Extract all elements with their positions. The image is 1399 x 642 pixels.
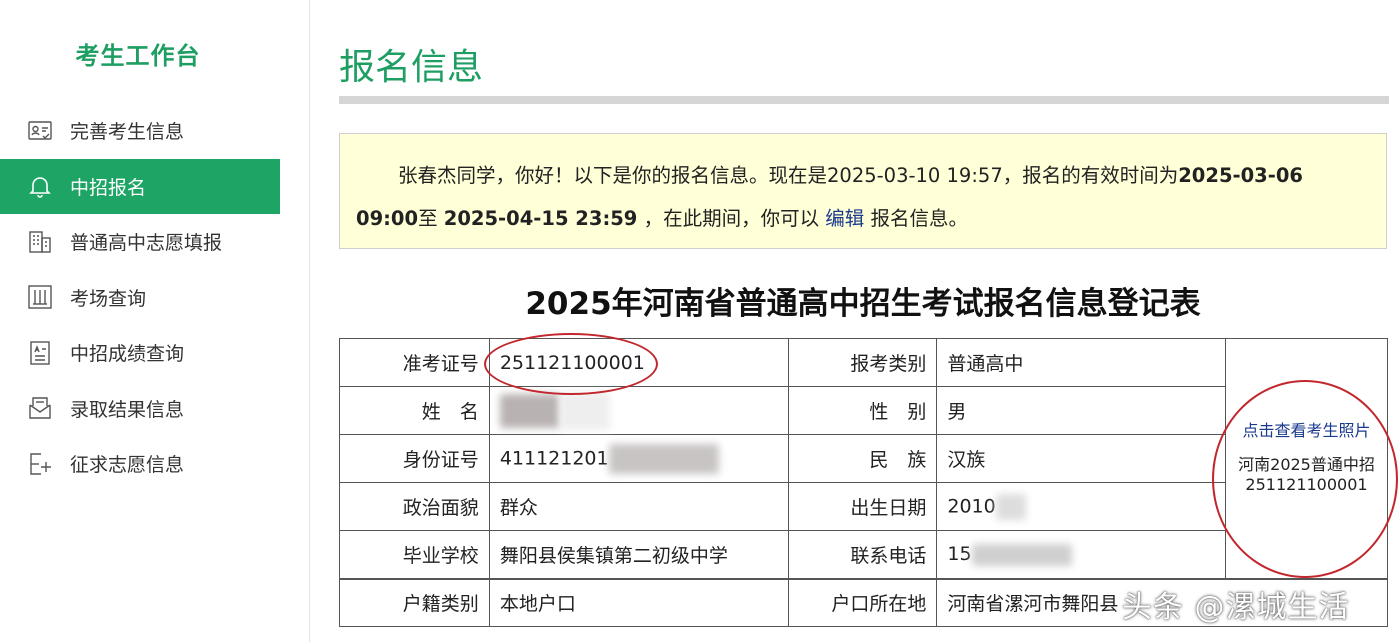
view-photo-link[interactable]: 点击查看考生照片	[1236, 421, 1377, 441]
gender-value: 男	[936, 386, 1227, 435]
add-doc-icon	[26, 450, 54, 478]
id-value: 411121201	[488, 434, 789, 483]
bell-icon	[26, 172, 54, 200]
exam-no-label: 准考证号	[339, 338, 490, 387]
sidebar-item-label: 完善考生信息	[70, 121, 185, 144]
edit-link[interactable]: 编辑	[825, 207, 864, 230]
sidebar-item-solicit[interactable]: 征求志愿信息	[0, 436, 280, 492]
sidebar-item-label: 录取结果信息	[70, 398, 185, 421]
id-label: 身份证号	[339, 434, 490, 483]
sidebar-item-exam-room[interactable]: 考场查询	[0, 270, 280, 326]
name-label: 姓 名	[339, 386, 490, 435]
birth-value: 2010	[936, 482, 1227, 531]
notice-tail: 报名信息。	[864, 207, 968, 230]
birth-label: 出生日期	[787, 482, 938, 531]
gender-label: 性 别	[787, 386, 938, 435]
redacted-name	[499, 393, 560, 428]
sidebar-item-label: 中招成绩查询	[70, 343, 185, 366]
sidebar-title: 考生工作台	[75, 42, 201, 70]
score-doc-icon	[26, 339, 54, 367]
title-divider	[339, 96, 1389, 104]
notice-between: 至	[418, 207, 444, 230]
sidebar-item-registration[interactable]: 中招报名	[0, 158, 280, 214]
envelope-icon	[26, 394, 54, 422]
form-title: 2025年河南省普通高中招生考试报名信息登记表	[525, 286, 1201, 322]
notice-end-time: 2025-04-15 23:59	[443, 207, 638, 230]
sidebar-nav: 完善考生信息 中招报名 普通高中志愿填报 考场查询 中招成绩查询 录取结果信息 …	[0, 103, 280, 492]
sidebar: 考生工作台 完善考生信息 中招报名 普通高中志愿填报 考场查询 中招成绩查询 录…	[0, 0, 310, 642]
ethnicity-value: 汉族	[936, 434, 1227, 483]
exam-no-value: 251121100001	[488, 338, 789, 387]
sidebar-item-label: 普通高中志愿填报	[70, 232, 223, 255]
photo-exam-no: 251121100001	[1245, 475, 1368, 495]
table-row: 准考证号 251121100001 报考类别 普通高中 点击查看考生照片 河南2…	[339, 338, 1388, 579]
notice-mid: ，在此期间，你可以	[637, 207, 826, 230]
political-label: 政治面貌	[339, 482, 490, 531]
watermark: 头条 @漯城生活	[1122, 590, 1350, 625]
sidebar-item-admission[interactable]: 录取结果信息	[0, 381, 280, 437]
sidebar-item-label: 中招报名	[70, 176, 147, 199]
redacted-phone	[971, 543, 1072, 566]
hukou-loc-label: 户口所在地	[787, 577, 938, 627]
photo-cell: 点击查看考生照片 河南2025普通中招 251121100001	[1225, 338, 1388, 579]
school-label: 毕业学校	[339, 530, 490, 579]
birth-prefix: 2010	[947, 495, 996, 517]
redacted-birth	[995, 493, 1026, 520]
sidebar-item-label: 征求志愿信息	[70, 454, 185, 477]
phone-value: 15	[936, 530, 1227, 579]
category-value: 普通高中	[936, 338, 1227, 387]
notice-greeting: 张春杰同学，你好！以下是你的报名信息。现在是2025-03-10 19:57，报…	[398, 164, 1179, 187]
phone-label: 联系电话	[787, 530, 938, 579]
main-content: 报名信息 张春杰同学，你好！以下是你的报名信息。现在是2025-03-10 19…	[339, 0, 1389, 642]
redacted-name-light	[559, 391, 610, 430]
school-value: 舞阳县侯集镇第二初级中学	[488, 530, 789, 579]
phone-prefix: 15	[947, 543, 972, 565]
chart-icon	[26, 283, 54, 311]
category-label: 报考类别	[787, 338, 938, 387]
notice-box: 张春杰同学，你好！以下是你的报名信息。现在是2025-03-10 19:57，报…	[339, 133, 1387, 249]
name-value	[488, 386, 789, 435]
hukou-type-label: 户籍类别	[339, 577, 490, 627]
id-prefix: 411121201	[499, 447, 609, 469]
hukou-type-value: 本地户口	[488, 577, 789, 627]
sidebar-item-volunteer[interactable]: 普通高中志愿填报	[0, 214, 280, 270]
ethnicity-label: 民 族	[787, 434, 938, 483]
photo-caption: 河南2025普通中招	[1238, 455, 1375, 475]
political-value: 群众	[488, 482, 789, 531]
sidebar-item-scores[interactable]: 中招成绩查询	[0, 325, 280, 381]
page-title: 报名信息	[339, 47, 484, 88]
building-icon	[26, 228, 54, 256]
sidebar-item-complete-info[interactable]: 完善考生信息	[0, 103, 280, 159]
sidebar-item-label: 考场查询	[70, 287, 147, 310]
id-card-icon	[26, 117, 54, 145]
redacted-id	[608, 443, 719, 474]
